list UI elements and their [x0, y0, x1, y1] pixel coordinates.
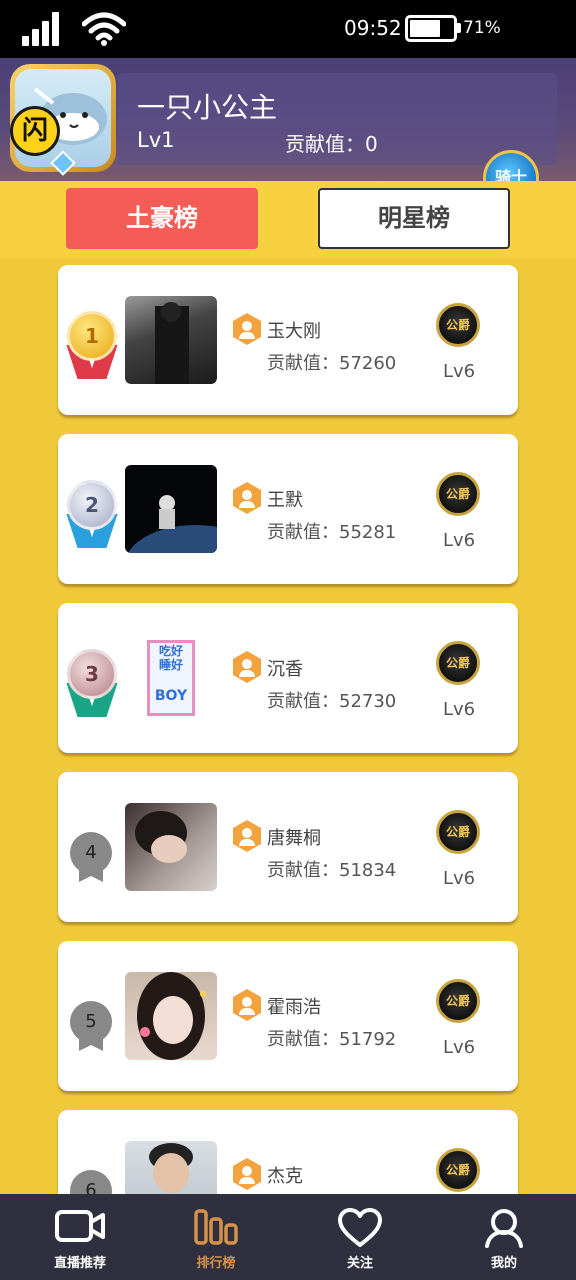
duke-badge-icon: 公爵 [436, 641, 480, 685]
avatar[interactable]: 闪 [10, 64, 116, 176]
user-contribution: 贡献值：0 [285, 132, 378, 156]
user-level-value: Lv6 [443, 699, 476, 720]
user-contribution-value: 贡献值：51792 [267, 1029, 397, 1050]
ranking-tabs: 土豪榜 明星榜 [0, 181, 576, 258]
user-thumbnail[interactable] [125, 1141, 217, 1194]
ranking-card[interactable]: 5 霍雨浩 贡献值：51792 公爵 Lv6 [58, 941, 518, 1091]
username: 一只小公主 [137, 91, 278, 124]
duke-badge-icon: 公爵 [436, 979, 480, 1023]
user-thumbnail[interactable] [125, 972, 217, 1060]
gold-medal-icon: 1 [62, 311, 122, 383]
user-thumbnail[interactable] [125, 296, 217, 384]
user-level-value: Lv6 [443, 361, 476, 382]
rank-ribbon-icon: 5 [70, 1001, 112, 1051]
user-hex-icon [233, 989, 261, 1021]
nav-label: 直播推荐 [53, 1256, 106, 1271]
user-name: 杰克 [267, 1166, 303, 1187]
profile-header: 闪 骑士 [0, 58, 576, 206]
battery-cap [457, 23, 461, 33]
nav-label: 排行榜 [196, 1256, 236, 1271]
bottom-navigation: 直播推荐 排行榜 关注 我的 [0, 1194, 576, 1280]
user-hex-icon [233, 651, 261, 683]
nav-mine[interactable]: 我的 [432, 1194, 576, 1280]
duke-badge-icon: 公爵 [436, 1148, 480, 1192]
avatar-badge: 闪 [10, 106, 60, 156]
signal-icon [22, 12, 64, 46]
ranking-card[interactable]: 3 吃好 睡好 BOY 沉香 贡献值：52730 公爵 Lv6 [58, 603, 518, 753]
ranking-card[interactable]: 2 王默 贡献值：55281 公爵 Lv6 [58, 434, 518, 584]
user-level-value: Lv6 [443, 868, 476, 889]
user-level-value: Lv6 [443, 1037, 476, 1058]
user-level-value: Lv6 [443, 530, 476, 551]
tab-rich-list[interactable]: 土豪榜 [66, 188, 258, 249]
user-thumbnail[interactable] [125, 465, 217, 553]
user-name: 霍雨浩 [267, 997, 321, 1018]
user-name: 王默 [267, 490, 303, 511]
ranking-card[interactable]: 4 唐舞桐 贡献值：51834 公爵 Lv6 [58, 772, 518, 922]
user-contribution-value: 贡献值：51834 [267, 860, 397, 881]
user-hex-icon [233, 313, 261, 345]
thumb-text: 吃好 [158, 644, 183, 658]
thumb-text: BOY [154, 688, 188, 704]
status-bar: 09:52 71% [0, 0, 576, 58]
battery-icon [405, 15, 457, 42]
user-contribution-value: 贡献值：52730 [267, 691, 397, 712]
nav-label: 关注 [346, 1256, 373, 1271]
user-name: 沉香 [267, 659, 303, 680]
nav-label: 我的 [490, 1256, 517, 1271]
user-level: Lv1 [137, 128, 175, 152]
user-hex-icon [233, 820, 261, 852]
nav-ranking[interactable]: 排行榜 [144, 1194, 288, 1280]
battery-percentage: 71% [463, 18, 501, 38]
ranking-card[interactable]: 1 玉大刚 贡献值：57260 公爵 Lv6 [58, 265, 518, 415]
wifi-icon [82, 12, 126, 46]
user-hex-icon [233, 482, 261, 514]
clock-time: 09:52 [344, 16, 402, 40]
user-thumbnail[interactable]: 吃好 睡好 BOY [125, 634, 217, 722]
bronze-medal-icon: 3 [62, 649, 122, 721]
duke-badge-icon: 公爵 [436, 472, 480, 516]
silver-medal-icon: 2 [62, 480, 122, 552]
tab-star-list[interactable]: 明星榜 [318, 188, 510, 249]
nav-live-recommend[interactable]: 直播推荐 [8, 1194, 152, 1280]
duke-badge-icon: 公爵 [436, 810, 480, 854]
heart-icon [338, 1208, 382, 1247]
user-thumbnail[interactable] [125, 803, 217, 891]
user-contribution-value: 贡献值：55281 [267, 522, 397, 543]
rank-ribbon-icon: 4 [70, 832, 112, 882]
duke-badge-icon: 公爵 [436, 303, 480, 347]
nav-follow[interactable]: 关注 [288, 1194, 432, 1280]
user-contribution-value: 贡献值：57260 [267, 353, 397, 374]
ranking-card[interactable]: 6 杰克 公爵 [58, 1110, 518, 1194]
user-hex-icon [233, 1158, 261, 1190]
bar-chart-icon [194, 1209, 238, 1245]
rank-ribbon-icon: 6 [70, 1170, 112, 1194]
user-icon [485, 1209, 523, 1248]
ranking-list[interactable]: 1 玉大刚 贡献值：57260 公爵 Lv6 2 王默 贡献值：55281 公爵… [0, 258, 576, 1194]
thumb-text: 睡好 [158, 658, 183, 672]
video-camera-icon [55, 1210, 105, 1242]
user-name: 唐舞桐 [267, 828, 321, 849]
user-name: 玉大刚 [267, 321, 321, 342]
